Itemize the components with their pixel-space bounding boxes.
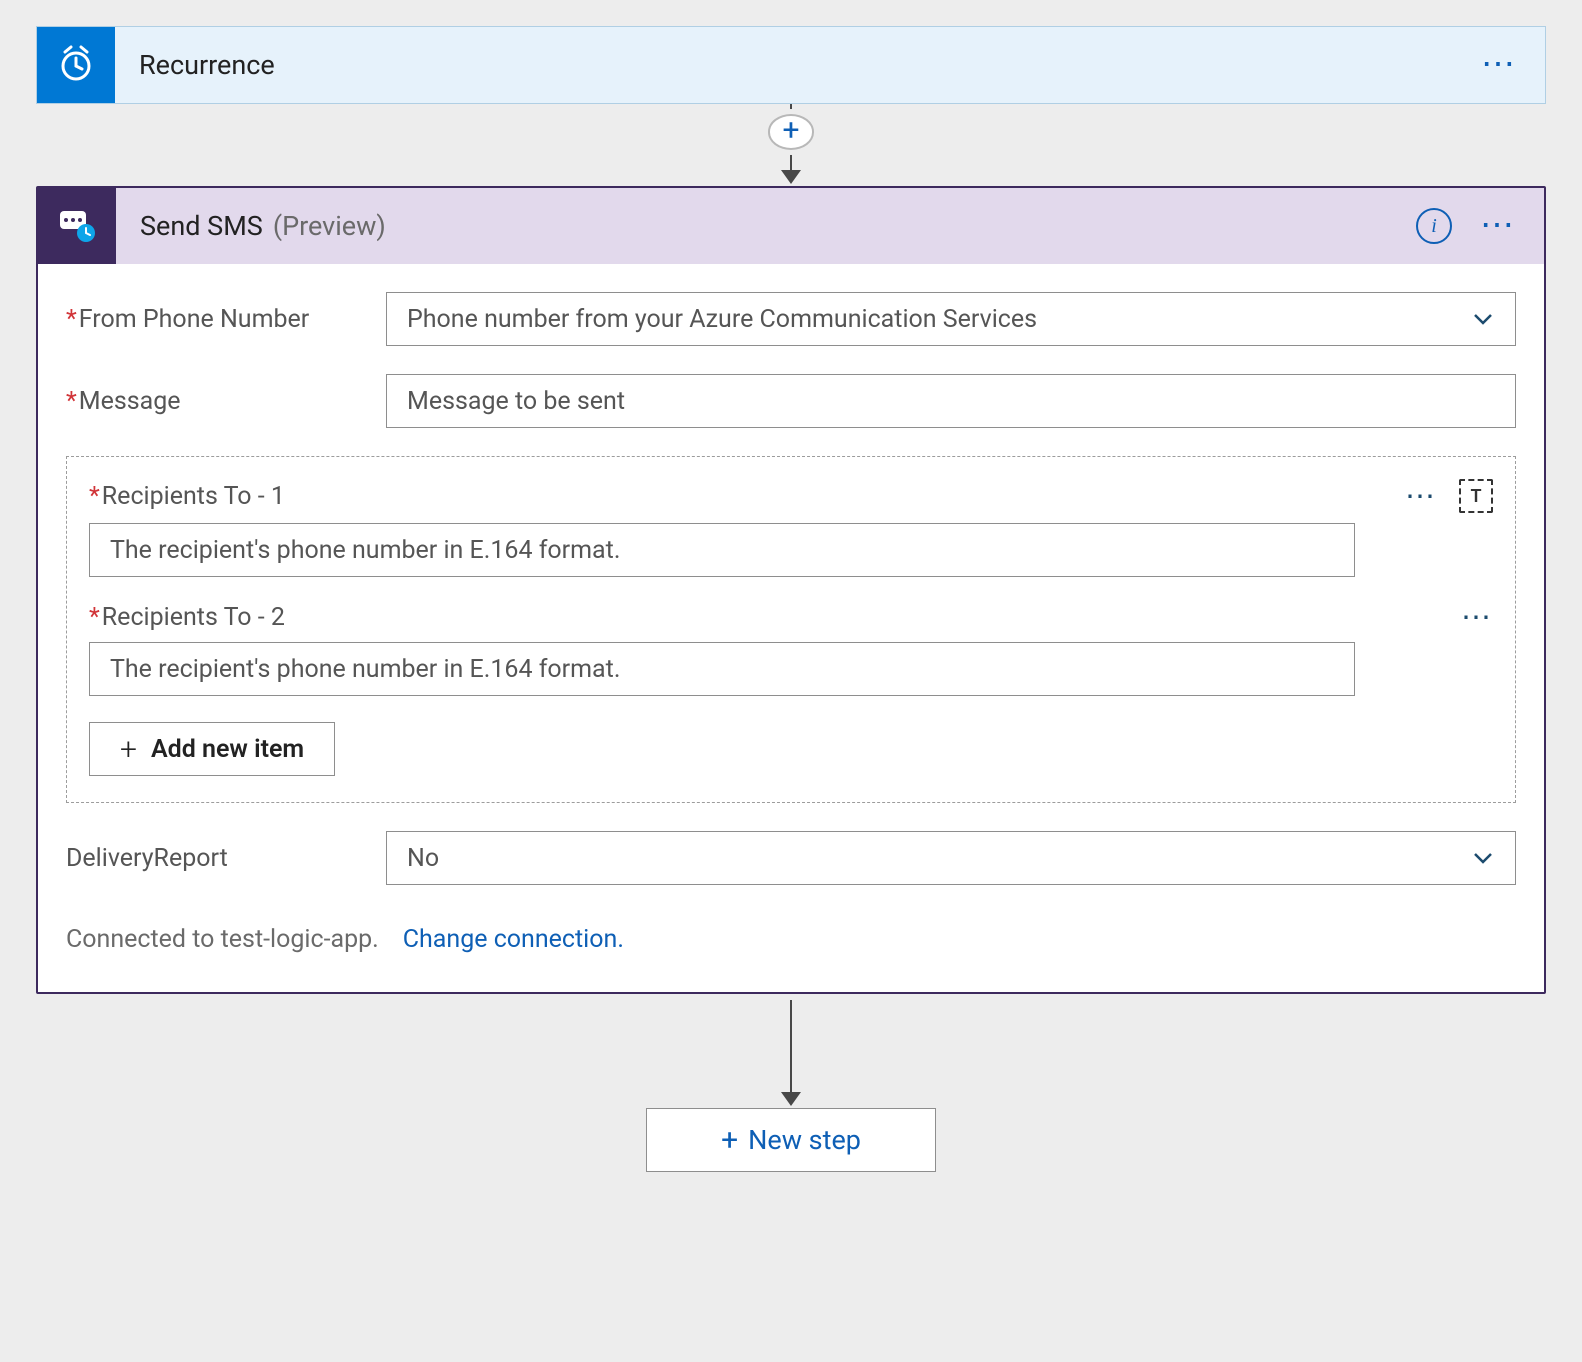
recipient-2-placeholder: The recipient's phone number in E.164 fo… [110, 655, 620, 684]
recipient-block-1: *Recipients To - 1 ⋯ T The recipient's p… [89, 479, 1493, 577]
clock-icon [55, 42, 97, 88]
send-sms-card: Send SMS (Preview) i ⋯ *From Phone Numbe… [36, 186, 1546, 994]
recurrence-icon-box [37, 27, 115, 103]
connection-footer: Connected to test-logic-app. Change conn… [66, 925, 1516, 954]
message-label: *Message [66, 387, 386, 416]
connector-top: + [36, 104, 1546, 186]
connector-line [790, 1000, 792, 1092]
delivery-report-label: DeliveryReport [66, 844, 386, 873]
from-phone-dropdown[interactable]: Phone number from your Azure Communicati… [386, 292, 1516, 346]
recipient-1-input[interactable]: The recipient's phone number in E.164 fo… [89, 523, 1355, 577]
recipient-1-actions: ⋯ T [1405, 479, 1493, 513]
arrow-down-icon [781, 170, 801, 184]
recurrence-title: Recurrence [139, 49, 1471, 81]
delivery-report-row: DeliveryReport No [66, 831, 1516, 885]
recipient-2-label-text: Recipients To - 2 [102, 603, 285, 632]
recipient-1-placeholder: The recipient's phone number in E.164 fo… [110, 536, 620, 565]
recipient-1-more-button[interactable]: ⋯ [1405, 492, 1437, 501]
plus-icon: + [721, 1123, 738, 1158]
required-asterisk: * [66, 305, 77, 334]
array-toggle-icon[interactable]: T [1459, 479, 1493, 513]
add-new-item-label: Add new item [151, 735, 304, 764]
send-sms-body: *From Phone Number Phone number from you… [38, 264, 1544, 992]
required-asterisk: * [89, 603, 100, 632]
from-phone-placeholder: Phone number from your Azure Communicati… [407, 305, 1037, 334]
info-icon[interactable]: i [1416, 208, 1452, 244]
recipient-1-label-row: *Recipients To - 1 ⋯ T [89, 479, 1493, 513]
change-connection-link[interactable]: Change connection. [403, 925, 624, 954]
from-phone-label: *From Phone Number [66, 305, 386, 334]
new-step-label: New step [748, 1124, 861, 1156]
delivery-report-dropdown[interactable]: No [386, 831, 1516, 885]
send-sms-header[interactable]: Send SMS (Preview) i ⋯ [38, 188, 1544, 264]
connector-line [790, 150, 792, 172]
message-label-text: Message [79, 387, 181, 416]
recurrence-card[interactable]: Recurrence ⋯ [36, 26, 1546, 104]
recipient-2-more-button[interactable]: ⋯ [1461, 613, 1493, 622]
message-placeholder: Message to be sent [407, 387, 625, 416]
connected-text: Connected to test-logic-app. [66, 925, 379, 954]
send-sms-preview-tag: (Preview) [273, 210, 1416, 242]
message-input[interactable]: Message to be sent [386, 374, 1516, 428]
recipient-2-input[interactable]: The recipient's phone number in E.164 fo… [89, 642, 1355, 696]
plus-icon: + [120, 732, 137, 767]
chevron-down-icon [1471, 846, 1495, 870]
recipients-group: *Recipients To - 1 ⋯ T The recipient's p… [66, 456, 1516, 803]
new-step-button[interactable]: + New step [646, 1108, 936, 1172]
recipient-1-label-text: Recipients To - 1 [102, 482, 285, 511]
add-new-item-button[interactable]: + Add new item [89, 722, 335, 776]
from-phone-label-text: From Phone Number [79, 305, 309, 334]
delivery-report-value: No [407, 844, 439, 873]
send-sms-title: Send SMS [140, 210, 263, 242]
from-phone-row: *From Phone Number Phone number from you… [66, 292, 1516, 346]
required-asterisk: * [89, 482, 100, 511]
arrow-down-icon [781, 1092, 801, 1106]
recipient-block-2: *Recipients To - 2 ⋯ The recipient's pho… [89, 603, 1493, 696]
chevron-down-icon [1471, 307, 1495, 331]
send-sms-icon-box [38, 188, 116, 264]
recipient-2-label: *Recipients To - 2 [89, 603, 285, 632]
message-row: *Message Message to be sent [66, 374, 1516, 428]
sms-queue-icon [56, 203, 98, 249]
required-asterisk: * [66, 387, 77, 416]
send-sms-more-button[interactable]: ⋯ [1470, 219, 1526, 233]
connector-bottom: + New step [36, 1000, 1546, 1172]
recipient-1-label: *Recipients To - 1 [89, 482, 285, 511]
recurrence-more-button[interactable]: ⋯ [1471, 58, 1527, 72]
recipient-2-actions: ⋯ [1461, 613, 1493, 622]
plus-icon: + [782, 116, 799, 146]
recipient-2-label-row: *Recipients To - 2 ⋯ [89, 603, 1493, 632]
insert-step-button[interactable]: + [768, 114, 814, 149]
